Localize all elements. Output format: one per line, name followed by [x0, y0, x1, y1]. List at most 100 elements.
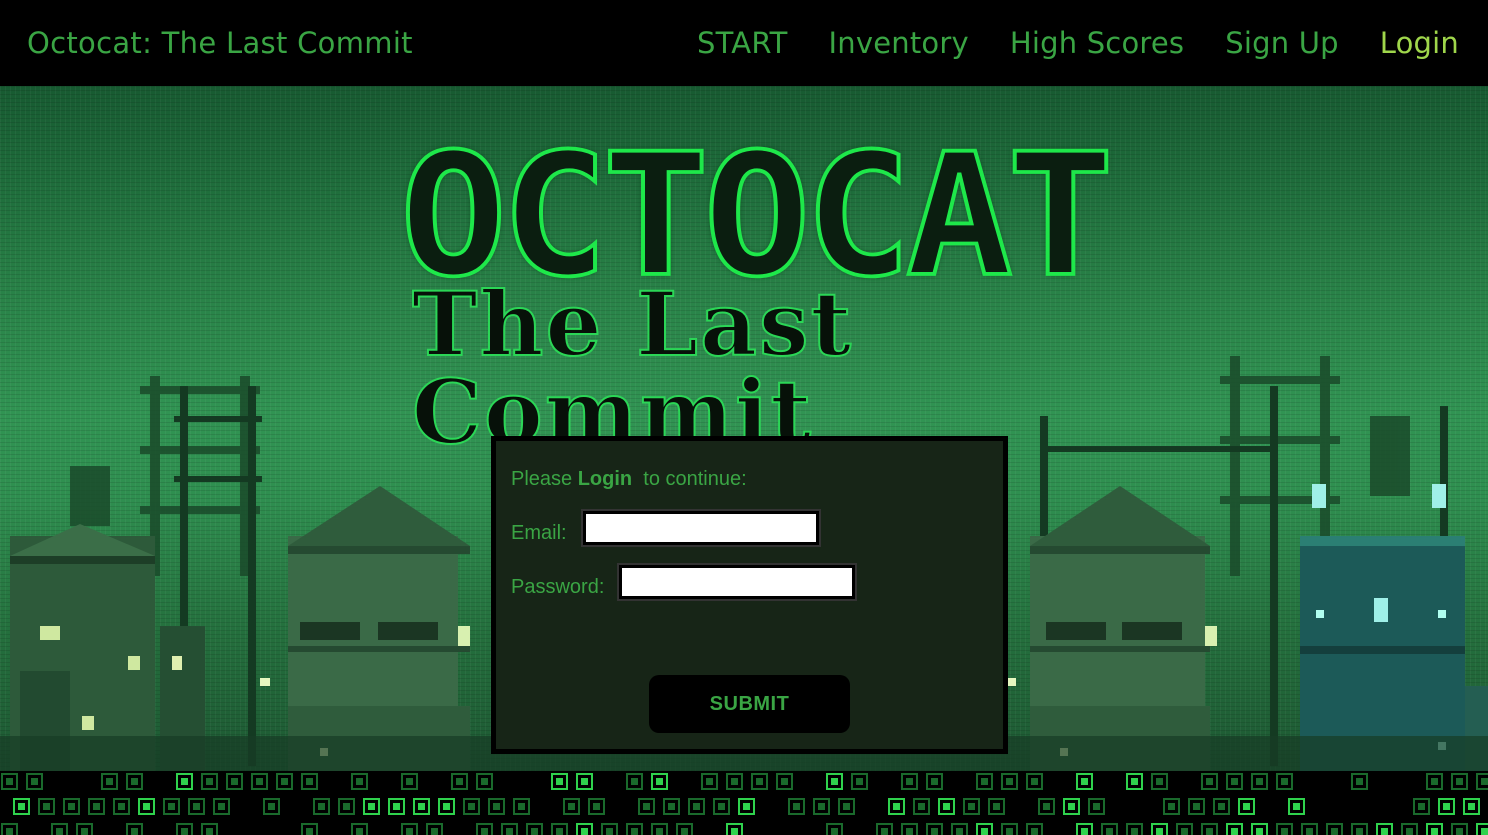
nav-link-sign-up[interactable]: Sign Up	[1225, 26, 1339, 60]
footer-pixel-strip	[0, 771, 1488, 835]
top-navbar: Octocat: The Last Commit START Inventory…	[0, 0, 1488, 86]
footer-pixel-block	[938, 798, 955, 815]
footer-pixel-block	[1201, 823, 1218, 835]
left-building	[10, 524, 205, 771]
footer-pixel-block	[176, 773, 193, 790]
footer-pixel-block	[1476, 823, 1488, 835]
footer-pixel-block	[1238, 798, 1255, 815]
footer-pixel-block	[188, 798, 205, 815]
footer-pixel-block	[638, 798, 655, 815]
footer-pixel-block	[1076, 773, 1093, 790]
footer-pixel-block	[1101, 823, 1118, 835]
footer-pixel-block	[1, 823, 18, 835]
login-prompt-suffix: to continue:	[632, 468, 747, 490]
footer-pixel-block	[176, 823, 193, 835]
footer-pixel-block	[263, 798, 280, 815]
nav-link-start[interactable]: START	[697, 26, 787, 60]
footer-pixel-block	[601, 823, 618, 835]
footer-pixel-block	[138, 798, 155, 815]
footer-pixel-block	[1251, 823, 1268, 835]
password-field[interactable]	[617, 563, 857, 601]
footer-pixel-block	[551, 823, 568, 835]
footer-pixel-block	[738, 798, 755, 815]
footer-pixel-block	[26, 773, 43, 790]
email-field[interactable]	[581, 509, 821, 547]
footer-pixel-block	[688, 798, 705, 815]
submit-button[interactable]: SUBMIT	[649, 675, 850, 733]
left-warehouse	[288, 486, 470, 771]
footer-pixel-block	[1226, 823, 1243, 835]
footer-pixel-block	[788, 798, 805, 815]
footer-pixel-block	[51, 823, 68, 835]
footer-pixel-block	[338, 798, 355, 815]
footer-pixel-block	[401, 823, 418, 835]
footer-pixel-block	[526, 823, 543, 835]
footer-pixel-block	[576, 773, 593, 790]
footer-pixel-block	[226, 773, 243, 790]
footer-pixel-block	[1351, 823, 1368, 835]
footer-pixel-block	[1151, 773, 1168, 790]
footer-pixel-block	[1426, 823, 1443, 835]
footer-pixel-block	[701, 773, 718, 790]
footer-pixel-block	[988, 798, 1005, 815]
footer-pixel-block	[813, 798, 830, 815]
footer-pixel-block	[651, 823, 668, 835]
footer-pixel-block	[163, 798, 180, 815]
brand-link[interactable]: Octocat: The Last Commit	[27, 26, 413, 60]
footer-pixel-block	[976, 773, 993, 790]
nav-link-login[interactable]: Login	[1380, 26, 1459, 60]
footer-pixel-block	[626, 823, 643, 835]
right-warehouse	[1030, 486, 1217, 771]
footer-pixel-block	[501, 823, 518, 835]
footer-pixel-block	[413, 798, 430, 815]
footer-pixel-block	[826, 823, 843, 835]
footer-pixel-block	[38, 798, 55, 815]
footer-pixel-block	[776, 773, 793, 790]
nav-link-high-scores[interactable]: High Scores	[1010, 26, 1184, 60]
footer-pixel-block	[1438, 798, 1455, 815]
footer-pixel-block	[1288, 798, 1305, 815]
footer-pixel-block	[351, 823, 368, 835]
footer-pixel-block	[976, 823, 993, 835]
footer-pixel-block	[76, 823, 93, 835]
footer-pixel-block	[726, 773, 743, 790]
footer-pixel-block	[101, 773, 118, 790]
login-prompt: Please Login to continue:	[511, 468, 747, 491]
footer-pixel-block	[663, 798, 680, 815]
footer-pixel-block	[713, 798, 730, 815]
footer-pixel-block	[126, 823, 143, 835]
footer-pixel-block	[1213, 798, 1230, 815]
footer-pixel-block	[888, 798, 905, 815]
footer-pixel-block	[126, 773, 143, 790]
footer-pixel-block	[576, 823, 593, 835]
footer-pixel-block	[476, 773, 493, 790]
login-prompt-prefix: Please	[511, 468, 578, 490]
footer-pixel-block	[1451, 823, 1468, 835]
nav-link-inventory[interactable]: Inventory	[829, 26, 969, 60]
footer-pixel-block	[913, 798, 930, 815]
footer-pixel-block	[1026, 823, 1043, 835]
footer-pixel-block	[1088, 798, 1105, 815]
footer-pixel-block	[1001, 823, 1018, 835]
footer-pixel-block	[963, 798, 980, 815]
footer-pixel-block	[1226, 773, 1243, 790]
footer-pixel-block	[838, 798, 855, 815]
footer-pixel-block	[626, 773, 643, 790]
footer-pixel-block	[1426, 773, 1443, 790]
footer-pixel-block	[1276, 773, 1293, 790]
footer-pixel-block	[1126, 823, 1143, 835]
footer-pixel-block	[88, 798, 105, 815]
footer-pixel-block	[113, 798, 130, 815]
footer-pixel-block	[1201, 773, 1218, 790]
footer-pixel-block	[1076, 823, 1093, 835]
footer-pixel-block	[388, 798, 405, 815]
footer-pixel-block	[1276, 823, 1293, 835]
footer-pixel-block	[1038, 798, 1055, 815]
footer-pixel-block	[876, 823, 893, 835]
footer-pixel-block	[1401, 823, 1418, 835]
footer-pixel-block	[401, 773, 418, 790]
footer-pixel-block	[951, 823, 968, 835]
footer-pixel-block	[1063, 798, 1080, 815]
footer-pixel-block	[751, 773, 768, 790]
footer-pixel-block	[276, 773, 293, 790]
